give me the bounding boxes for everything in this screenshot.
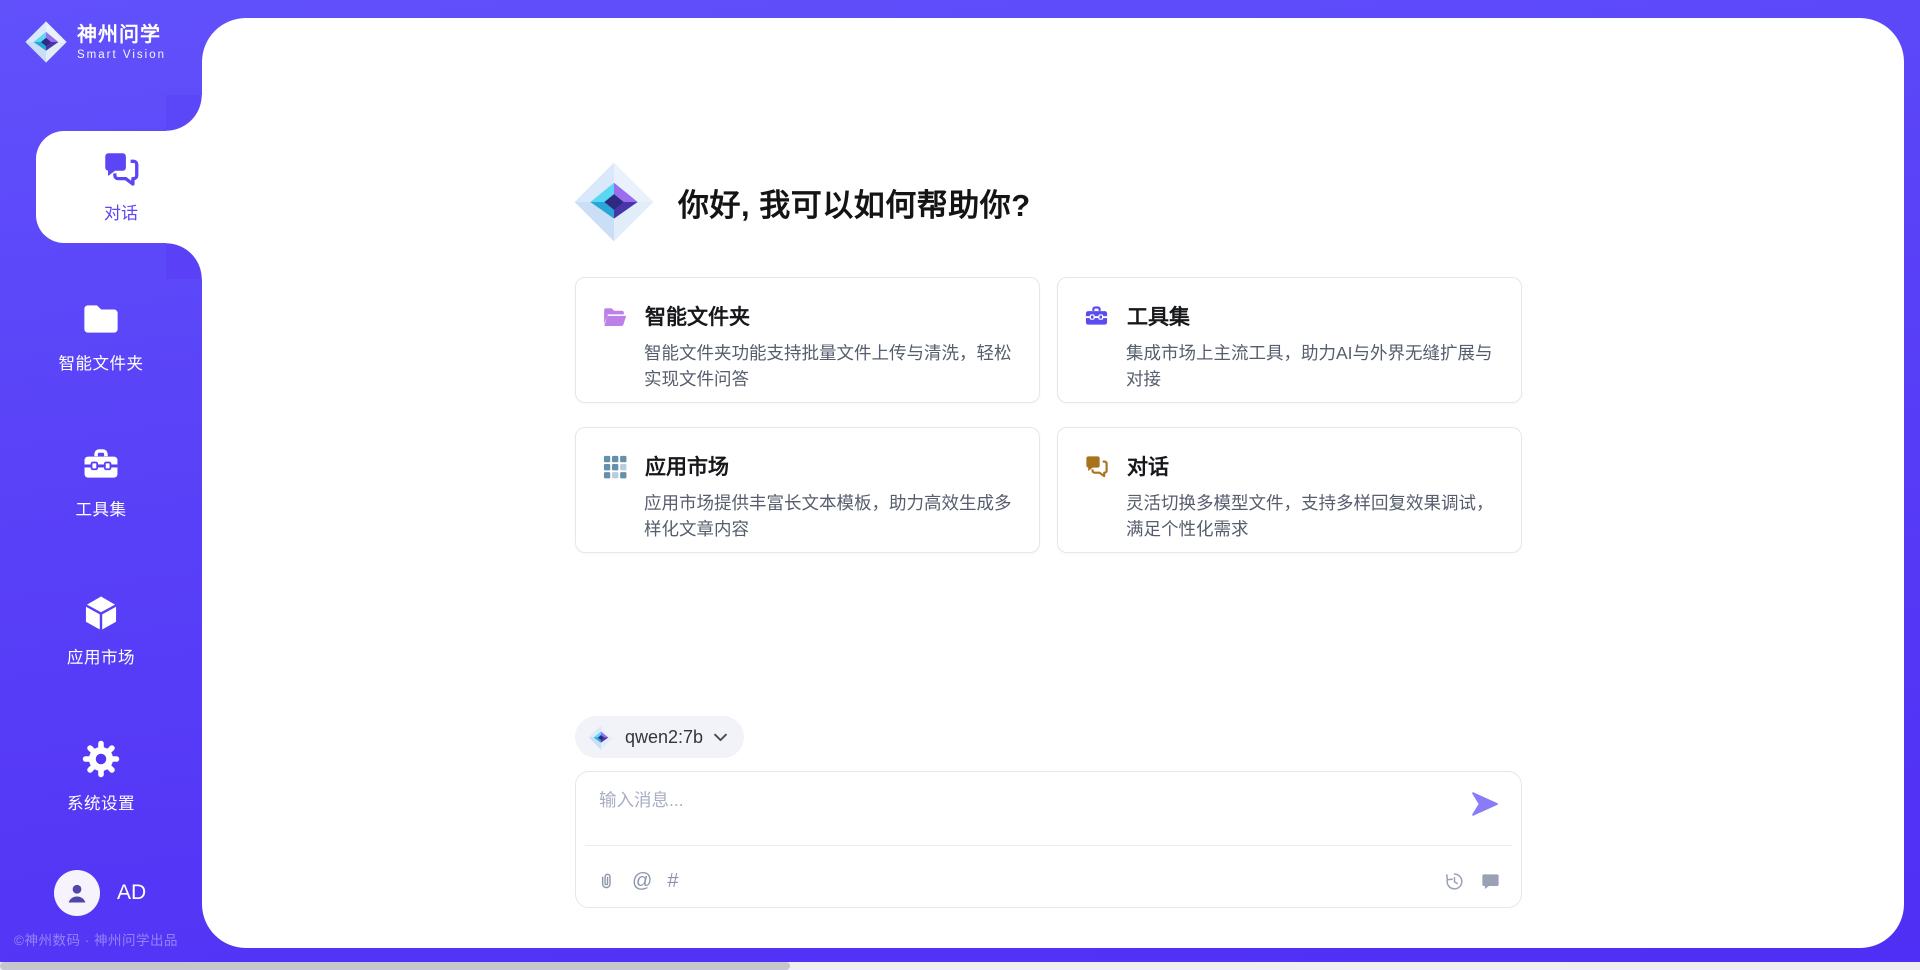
feature-cards: 智能文件夹 智能文件夹功能支持批量文件上传与清洗，轻松实现文件问答 工具集 集成… <box>575 277 1522 553</box>
send-icon[interactable] <box>1470 789 1500 819</box>
card-title: 工具集 <box>1127 301 1190 331</box>
message-input[interactable] <box>599 787 1439 837</box>
scrollbar-thumb[interactable] <box>0 962 790 970</box>
diamond-logo-icon <box>572 158 656 246</box>
gear-icon <box>80 738 122 780</box>
feedback-bubble-icon[interactable] <box>1480 871 1501 892</box>
person-icon <box>62 878 92 908</box>
brand-subtitle: Smart Vision <box>77 49 166 61</box>
sidebar-item-chat[interactable]: 对话 <box>36 131 206 243</box>
card-toolset[interactable]: 工具集 集成市场上主流工具，助力AI与外界无缝扩展与对接 <box>1057 277 1522 403</box>
sidebar-item-label: 对话 <box>36 199 206 224</box>
diamond-logo-icon <box>24 20 68 64</box>
cube-icon <box>80 592 122 634</box>
card-smart-folder[interactable]: 智能文件夹 智能文件夹功能支持批量文件上传与清洗，轻松实现文件问答 <box>575 277 1040 403</box>
at-icon[interactable]: @ <box>632 871 652 892</box>
avatar <box>54 870 100 916</box>
briefcase-icon <box>80 444 122 486</box>
model-selector[interactable]: qwen2:7b <box>575 716 744 758</box>
copyright: ©神州数码 · 神州问学出品 <box>14 929 178 949</box>
card-description: 智能文件夹功能支持批量文件上传与清洗，轻松实现文件问答 <box>644 340 1013 392</box>
composer-toolbar: @ # <box>596 871 678 892</box>
sidebar-item-label: 工具集 <box>0 496 202 520</box>
sidebar-item-app-market[interactable]: 应用市场 <box>0 592 202 668</box>
tab-curve-top <box>166 95 202 131</box>
sidebar-item-toolset[interactable]: 工具集 <box>0 444 202 520</box>
sidebar-item-label: 系统设置 <box>0 790 202 814</box>
card-app-market[interactable]: 应用市场 应用市场提供丰富长文本模板，助力高效生成多样化文章内容 <box>575 427 1040 553</box>
diamond-logo-icon <box>588 724 614 751</box>
user-name: AD <box>117 881 146 905</box>
folder-icon <box>80 298 122 340</box>
sidebar-item-settings[interactable]: 系统设置 <box>0 738 202 814</box>
brand: 神州问学 Smart Vision <box>24 20 166 64</box>
sidebar-item-smart-folder[interactable]: 智能文件夹 <box>0 298 202 374</box>
folder-open-icon <box>601 303 628 330</box>
chat-icon <box>100 148 142 190</box>
tab-curve-bottom <box>166 243 202 279</box>
sidebar: 神州问学 Smart Vision 对话 智能文件夹 工具集 <box>0 0 202 970</box>
card-chat[interactable]: 对话 灵活切换多模型文件，支持多样回复效果调试，满足个性化需求 <box>1057 427 1522 553</box>
greeting: 你好, 我可以如何帮助你? <box>572 158 1031 246</box>
grid-icon <box>601 453 628 480</box>
composer-right-actions <box>1444 871 1501 892</box>
sidebar-item-label: 智能文件夹 <box>0 350 202 374</box>
message-composer: @ # <box>575 771 1522 908</box>
model-name: qwen2:7b <box>625 727 703 748</box>
horizontal-scrollbar[interactable] <box>0 962 1920 970</box>
card-title: 应用市场 <box>645 451 729 481</box>
chat-icon <box>1083 453 1110 480</box>
card-title: 智能文件夹 <box>645 301 750 331</box>
composer-divider <box>585 845 1512 846</box>
card-description: 应用市场提供丰富长文本模板，助力高效生成多样化文章内容 <box>644 490 1013 542</box>
hash-icon[interactable]: # <box>667 871 678 892</box>
card-description: 灵活切换多模型文件，支持多样回复效果调试，满足个性化需求 <box>1126 490 1495 542</box>
briefcase-icon <box>1083 303 1110 330</box>
card-title: 对话 <box>1127 451 1169 481</box>
brand-name: 神州问学 <box>77 23 166 47</box>
greeting-text: 你好, 我可以如何帮助你? <box>678 180 1031 225</box>
history-icon[interactable] <box>1444 871 1465 892</box>
card-description: 集成市场上主流工具，助力AI与外界无缝扩展与对接 <box>1126 340 1495 392</box>
sidebar-item-label: 应用市场 <box>0 644 202 668</box>
chevron-down-icon <box>714 733 727 742</box>
paperclip-icon[interactable] <box>596 871 617 892</box>
user-account[interactable]: AD <box>54 870 146 916</box>
